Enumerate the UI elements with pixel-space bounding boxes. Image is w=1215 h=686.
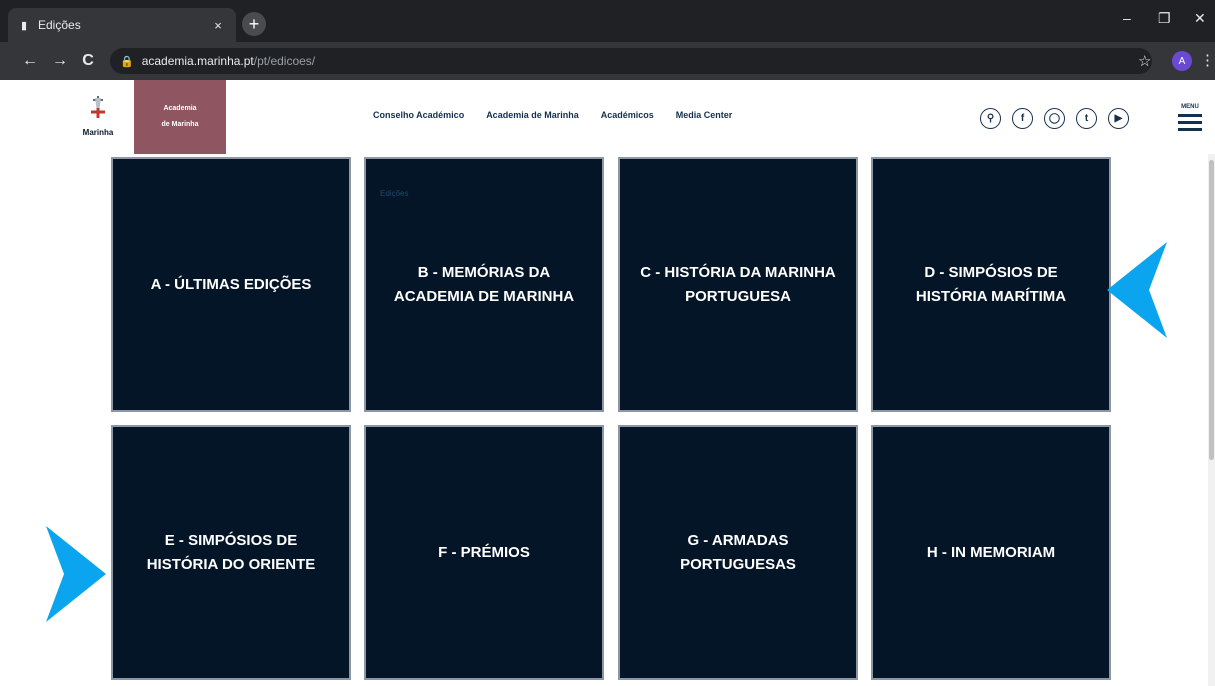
browser-tab-bar: ▮ Edições × + – ❐ ✕: [0, 0, 1215, 42]
url-host: academia.marinha.pt: [141, 54, 254, 68]
card-historia-marinha[interactable]: C - HISTÓRIA DA MARINHA PORTUGUESA: [618, 157, 858, 412]
marinha-logo[interactable]: Marinha: [70, 94, 126, 146]
card-simposios-maritima[interactable]: D - SIMPÓSIOS DE HISTÓRIA MARÍTIMA: [871, 157, 1111, 412]
card-in-memoriam[interactable]: H - IN MEMORIAM: [871, 425, 1111, 680]
page-favicon-icon: ▮: [20, 19, 28, 32]
brand-line-2: de Marinha: [161, 121, 199, 128]
logo-name: Marinha: [82, 128, 114, 137]
card-ultimas-edicoes[interactable]: A - ÚLTIMAS EDIÇÕES: [111, 157, 351, 412]
reload-icon[interactable]: C: [78, 52, 98, 70]
url-path: /pt/edicoes/: [253, 54, 316, 68]
browser-menu-icon[interactable]: ⋮: [1200, 51, 1215, 69]
hamburger-bar: [1178, 128, 1202, 131]
browser-tab[interactable]: ▮ Edições ×: [8, 8, 236, 42]
hamburger-bar: [1178, 121, 1202, 124]
window-close-icon[interactable]: ✕: [1194, 10, 1206, 27]
social-icons: ⚲ f ◯ t ▶: [980, 108, 1129, 129]
anchor-logo-icon: [85, 94, 111, 124]
bookmark-star-icon[interactable]: ☆: [1138, 52, 1151, 70]
main-navigation: Conselho Académico Academia de Marinha A…: [373, 110, 732, 120]
academia-brand-block[interactable]: Academia de Marinha: [134, 80, 226, 154]
browser-toolbar: ← → C 🔒 academia.marinha.pt /pt/edicoes/…: [0, 42, 1215, 80]
nav-academicos[interactable]: Académicos: [601, 110, 654, 120]
back-arrow-icon[interactable]: ←: [20, 52, 40, 70]
instagram-icon[interactable]: ◯: [1044, 108, 1065, 129]
lock-icon: 🔒: [120, 55, 134, 68]
pointer-arrow-left-icon: [1107, 242, 1167, 338]
card-armadas-portuguesas[interactable]: G - ARMADAS PORTUGUESAS: [618, 425, 858, 680]
hamburger-icon: [1178, 114, 1202, 117]
tab-title: Edições: [38, 18, 81, 32]
facebook-icon[interactable]: f: [1012, 108, 1033, 129]
menu-label: MENU: [1181, 104, 1199, 110]
section-label: Edições: [380, 189, 409, 198]
twitter-icon[interactable]: t: [1076, 108, 1097, 129]
minimize-icon[interactable]: –: [1123, 10, 1131, 26]
youtube-icon[interactable]: ▶: [1108, 108, 1129, 129]
card-premios[interactable]: F - PRÉMIOS: [364, 425, 604, 680]
tab-close-icon[interactable]: ×: [210, 18, 226, 33]
pointer-arrow-right-icon: [46, 526, 106, 622]
forward-arrow-icon[interactable]: →: [50, 52, 70, 70]
nav-media-center[interactable]: Media Center: [676, 110, 733, 120]
address-bar[interactable]: 🔒 academia.marinha.pt /pt/edicoes/: [110, 48, 1152, 74]
nav-conselho-academico[interactable]: Conselho Académico: [373, 110, 464, 120]
nav-academia-de-marinha[interactable]: Academia de Marinha: [486, 110, 579, 120]
card-simposios-oriente[interactable]: E - SIMPÓSIOS DE HISTÓRIA DO ORIENTE: [111, 425, 351, 680]
search-icon[interactable]: ⚲: [980, 108, 1001, 129]
brand-line-1: Academia: [163, 105, 197, 112]
menu-button[interactable]: MENU: [1177, 104, 1203, 133]
site-header: Marinha Academia de Marinha Conselho Aca…: [0, 80, 1215, 154]
profile-avatar[interactable]: A: [1172, 51, 1192, 71]
maximize-icon[interactable]: ❐: [1158, 10, 1171, 27]
new-tab-button[interactable]: +: [242, 12, 266, 36]
scrollbar-thumb[interactable]: [1209, 160, 1214, 460]
